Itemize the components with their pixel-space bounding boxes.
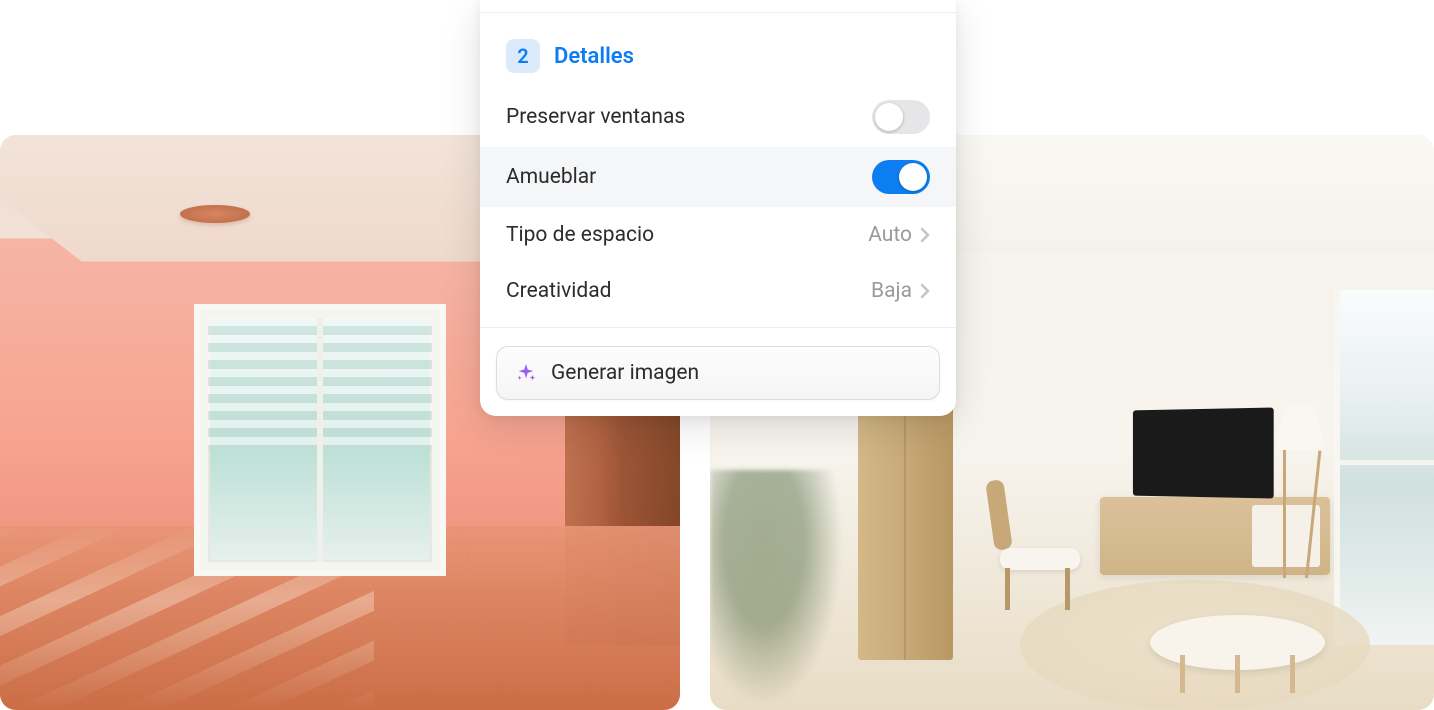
preserve-windows-toggle[interactable] bbox=[872, 100, 930, 134]
generate-button-label: Generar imagen bbox=[551, 361, 699, 385]
space-type-value: Auto bbox=[868, 223, 912, 247]
furnish-toggle[interactable] bbox=[872, 160, 930, 194]
furnish-label: Amueblar bbox=[506, 165, 596, 189]
creativity-label: Creatividad bbox=[506, 279, 612, 303]
preserve-windows-row[interactable]: Preservar ventanas bbox=[480, 87, 956, 147]
step-number-badge: 2 bbox=[506, 39, 540, 73]
settings-panel: 2 Detalles Preservar ventanas Amueblar T… bbox=[480, 0, 956, 416]
chevron-right-icon bbox=[920, 283, 930, 299]
sparkle-icon bbox=[515, 362, 537, 384]
space-type-label: Tipo de espacio bbox=[506, 223, 654, 247]
generate-image-button[interactable]: Generar imagen bbox=[496, 346, 940, 400]
creativity-value: Baja bbox=[871, 279, 912, 303]
panel-header: 2 Detalles bbox=[480, 13, 956, 87]
chevron-right-icon bbox=[920, 227, 930, 243]
space-type-row[interactable]: Tipo de espacio Auto bbox=[480, 207, 956, 263]
step-title: Detalles bbox=[554, 44, 634, 69]
creativity-row[interactable]: Creatividad Baja bbox=[480, 263, 956, 319]
furnish-row[interactable]: Amueblar bbox=[480, 147, 956, 207]
preserve-windows-label: Preservar ventanas bbox=[506, 105, 685, 129]
